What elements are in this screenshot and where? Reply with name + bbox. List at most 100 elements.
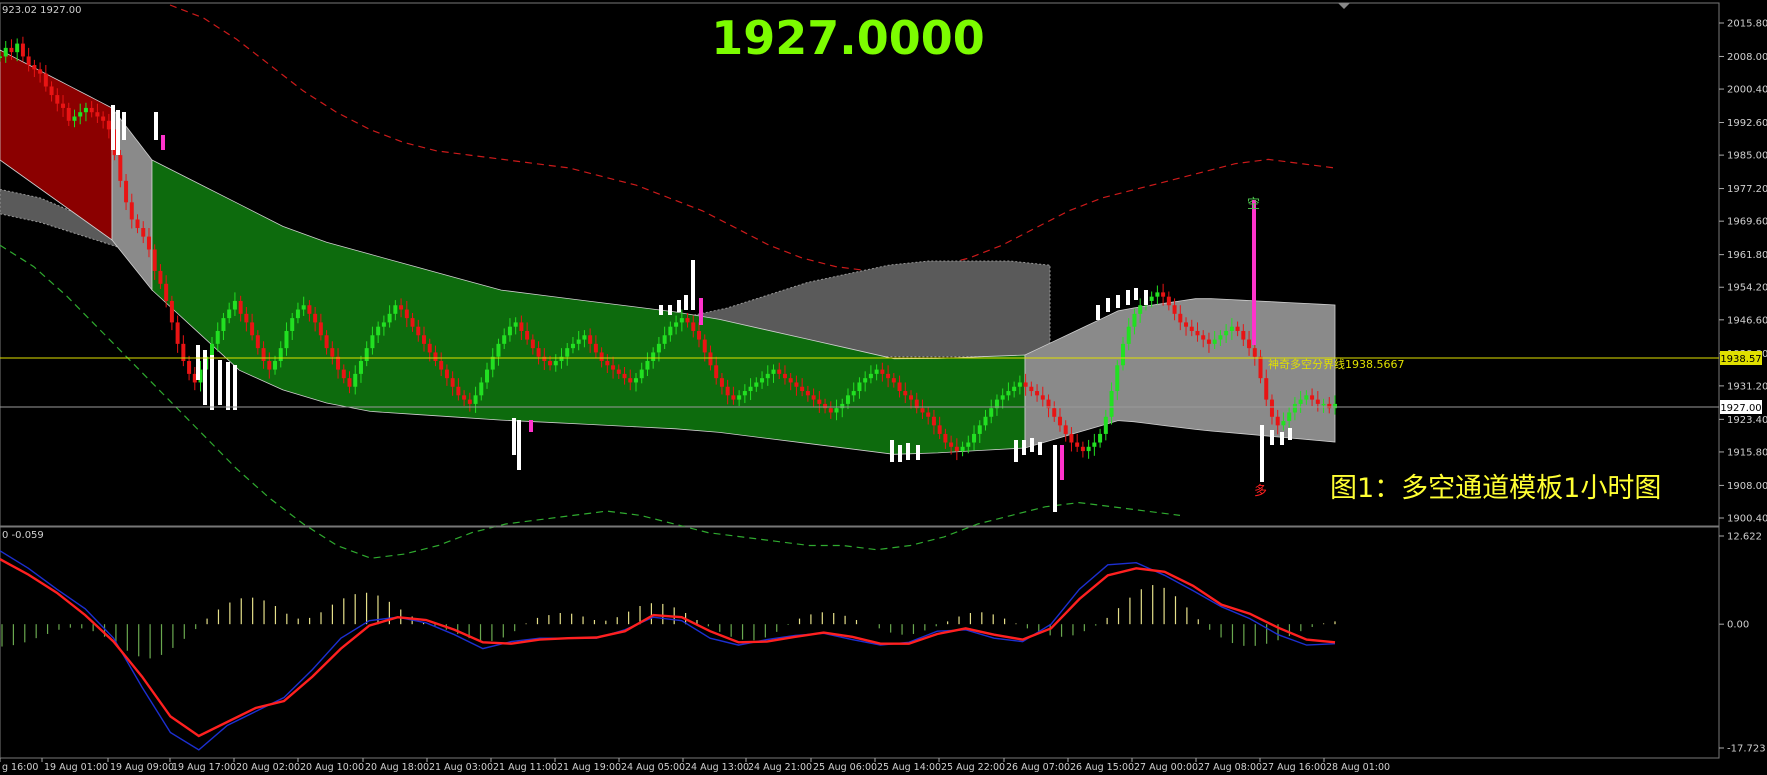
signal-bar	[1060, 445, 1064, 480]
signal-bar	[1096, 305, 1100, 320]
candle-body	[336, 356, 341, 370]
scroll-marker-icon[interactable]	[1338, 3, 1350, 9]
candle-body	[765, 373, 770, 379]
candle-body	[1327, 403, 1332, 409]
price-axis: 2015.80 2008.00 2000.40 1992.60 1985.00 1977.…	[1719, 19, 1767, 525]
candle-body	[61, 103, 66, 108]
price-tick-label: 2000.40	[1727, 85, 1767, 96]
candle-body	[146, 236, 151, 250]
candle-body	[129, 202, 134, 220]
candle-body	[353, 373, 358, 387]
candle-body	[863, 378, 868, 383]
candle-body	[502, 335, 507, 344]
candle-body	[782, 373, 787, 379]
candle-body	[559, 356, 564, 362]
candle-body	[622, 373, 627, 379]
time-tick-label: 27 Aug 16:00	[1262, 762, 1326, 773]
candle-body	[221, 318, 226, 331]
macd-axis: 12.622 0.00 -17.723	[1719, 532, 1766, 755]
candle-body	[267, 361, 272, 370]
candle-body	[685, 318, 690, 323]
signal-bar	[699, 298, 703, 325]
candle-body	[1086, 446, 1091, 452]
candle-body	[1075, 442, 1080, 447]
signal-bar	[116, 110, 120, 155]
candle-body	[519, 322, 524, 331]
time-tick-label: 24 Aug 05:00	[621, 762, 685, 773]
candle-body	[95, 112, 100, 117]
price-tick-label: 1908.00	[1727, 481, 1767, 492]
candle-body	[851, 391, 856, 396]
candle-body	[651, 352, 656, 362]
candle-body	[393, 305, 398, 314]
candle-body	[1155, 292, 1160, 297]
candle-body	[318, 322, 323, 336]
candle-body	[811, 395, 816, 400]
candle-body	[43, 73, 48, 87]
candle-body	[1052, 408, 1057, 417]
signal-bar	[512, 418, 516, 455]
candle-body	[330, 348, 335, 357]
signal-bar	[691, 260, 695, 310]
candle-body	[874, 369, 879, 374]
candle-body	[656, 343, 661, 353]
candle-body	[26, 56, 31, 66]
candle-body	[1315, 399, 1320, 404]
candle-body	[3, 47, 8, 57]
time-tick-label: 27 Aug 00:00	[1134, 762, 1198, 773]
candle-body	[324, 335, 329, 349]
signal-bar	[111, 105, 115, 150]
current-label: 1927.00	[1720, 403, 1761, 414]
candle-body	[668, 326, 673, 336]
time-tick-label: 24 Aug 13:00	[685, 762, 749, 773]
candle-body	[158, 270, 163, 284]
candle-body	[439, 361, 444, 370]
candle-body	[897, 382, 902, 392]
candle-body	[467, 399, 472, 404]
candle-body	[55, 95, 60, 104]
candle-body	[38, 69, 43, 74]
time-tick-label: 25 Aug 14:00	[877, 762, 941, 773]
candle-body	[949, 442, 954, 447]
candle-body	[358, 361, 363, 374]
macd-pane: 0 -0.059 12.622 0.00 -17.723	[0, 526, 1766, 759]
signal-bar	[668, 305, 672, 315]
candle-body	[834, 408, 839, 413]
candle-body	[381, 322, 386, 327]
signal-bar	[1126, 290, 1130, 305]
signal-bar	[1252, 200, 1256, 345]
signal-bar	[1014, 440, 1018, 462]
candle-body	[599, 352, 604, 362]
signal-bar	[916, 445, 920, 460]
candle-body	[605, 361, 610, 366]
candle-body	[1132, 313, 1137, 327]
macd-header: 0 -0.059	[2, 530, 44, 541]
candle-body	[628, 378, 633, 383]
candle-body	[462, 395, 467, 400]
price-tick-label: 1931.20	[1727, 381, 1767, 392]
candle-body	[106, 120, 111, 130]
candle-body	[1189, 326, 1194, 331]
candle-body	[513, 322, 518, 327]
candle-body	[1092, 442, 1097, 447]
candle-body	[209, 343, 214, 357]
signal-bar	[529, 420, 533, 432]
candle-body	[1304, 395, 1309, 400]
signal-bar	[1144, 290, 1148, 305]
candle-body	[238, 300, 243, 314]
candle-body	[473, 395, 478, 404]
candle-body	[966, 442, 971, 447]
candle-body	[530, 339, 535, 349]
candle-body	[1126, 326, 1131, 344]
candle-body	[1063, 425, 1068, 434]
candle-body	[943, 433, 948, 443]
channel-bands	[0, 49, 1336, 455]
candle-body	[777, 369, 782, 374]
candle-body	[83, 107, 88, 113]
signal-bar	[1022, 440, 1026, 455]
price-tick-label: 1985.00	[1727, 151, 1767, 162]
macd-main-line	[0, 558, 1336, 738]
candle-body	[1098, 433, 1103, 443]
candle-body	[1115, 365, 1120, 392]
candle-body	[1321, 403, 1326, 406]
